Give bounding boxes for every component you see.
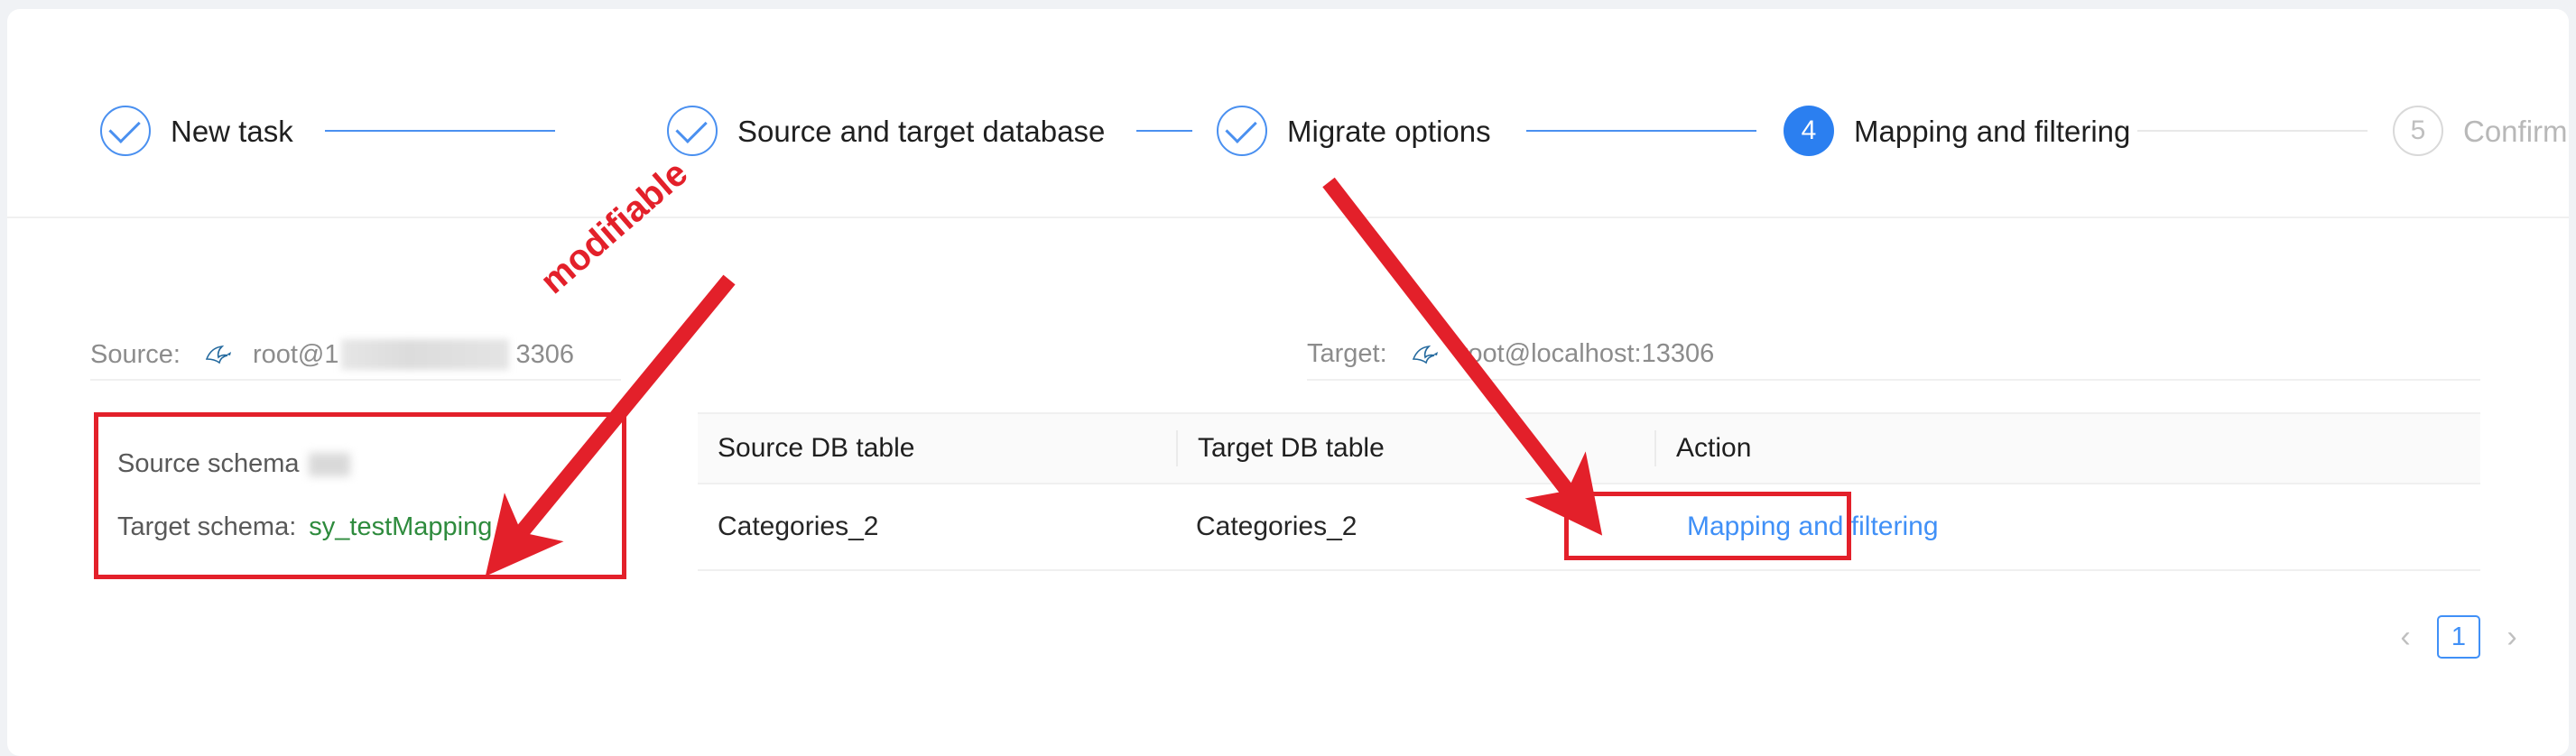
connector-4 <box>2137 130 2368 132</box>
source-user: root@1 <box>252 339 339 369</box>
check-icon <box>107 111 141 143</box>
step-5-status-circle: 5 <box>2393 106 2443 156</box>
schema-panel: Source schema Target schema: sy_testMapp… <box>97 417 621 576</box>
step-confirm[interactable]: 5 Confirm <box>2393 104 2568 158</box>
target-schema-label: Target schema: <box>117 512 297 541</box>
source-connection-info: Source: root@1 3306 <box>90 339 574 370</box>
step-3-status-circle <box>1217 106 1267 156</box>
target-host: root@localhost:13306 <box>1459 339 1715 368</box>
wizard-card: New task Source and target database Migr… <box>7 9 2569 756</box>
cell-action: Mapping and filtering <box>1654 504 2480 549</box>
mapping-table: Source DB table Target DB table Action C… <box>698 412 2480 571</box>
page-button-1[interactable]: 1 <box>2437 615 2480 659</box>
check-icon <box>674 111 708 143</box>
step-4-status-circle: 4 <box>1784 106 1834 156</box>
step-4-label: Mapping and filtering <box>1854 114 2131 148</box>
source-port: 3306 <box>515 339 575 369</box>
source-divider <box>90 379 621 381</box>
target-divider <box>1307 379 2480 381</box>
mysql-dolphin-icon <box>1411 341 1441 368</box>
check-icon <box>1224 111 1257 143</box>
table-header-row: Source DB table Target DB table Action <box>698 412 2480 484</box>
cell-target-db-table: Categories_2 <box>1196 512 1357 541</box>
table-row: Categories_2 Categories_2 Mapping and fi… <box>698 484 2480 571</box>
step-1-status-circle <box>100 106 151 156</box>
step-new-task[interactable]: New task <box>100 104 293 158</box>
source-host-redacted <box>340 339 509 370</box>
target-schema-value[interactable]: sy_testMapping <box>309 512 492 542</box>
connector-2 <box>1136 130 1192 132</box>
source-schema-label: Source schema <box>117 449 300 478</box>
column-header-target-db-table: Target DB table <box>1176 430 1654 466</box>
chevron-left-icon[interactable]: ‹ <box>2390 622 2421 652</box>
source-label: Source: <box>90 339 181 369</box>
target-connection-info: Target: root@localhost:13306 <box>1307 339 1714 369</box>
step-5-number: 5 <box>2410 115 2426 145</box>
connector-1 <box>325 130 555 132</box>
step-5-label: Confirm <box>2463 114 2568 148</box>
target-label: Target: <box>1307 339 1387 368</box>
chevron-right-icon[interactable]: › <box>2497 622 2527 652</box>
wizard-stepper: New task Source and target database Migr… <box>7 9 2569 218</box>
column-header-source-db-table: Source DB table <box>718 433 915 463</box>
cell-source-db-table: Categories_2 <box>718 512 879 541</box>
connector-3 <box>1526 130 1756 132</box>
step-2-label: Source and target database <box>737 114 1106 148</box>
step-3-label: Migrate options <box>1287 114 1491 148</box>
source-schema-value-redacted <box>308 452 350 476</box>
pagination: ‹ 1 › <box>2390 615 2527 659</box>
step-1-label: New task <box>171 114 293 148</box>
target-schema-row[interactable]: Target schema: sy_testMapping <box>117 512 492 542</box>
column-header-action: Action <box>1654 430 2480 466</box>
step-mapping-and-filtering[interactable]: 4 Mapping and filtering <box>1784 104 2130 158</box>
step-migrate-options[interactable]: Migrate options <box>1217 104 1491 158</box>
source-schema-row: Source schema <box>117 449 350 479</box>
step-4-number: 4 <box>1801 115 1817 145</box>
step-source-and-target-database[interactable]: Source and target database <box>667 104 1105 158</box>
mysql-dolphin-icon <box>204 341 235 368</box>
mapping-and-filtering-link[interactable]: Mapping and filtering <box>1674 504 1951 549</box>
step-2-status-circle <box>667 106 718 156</box>
